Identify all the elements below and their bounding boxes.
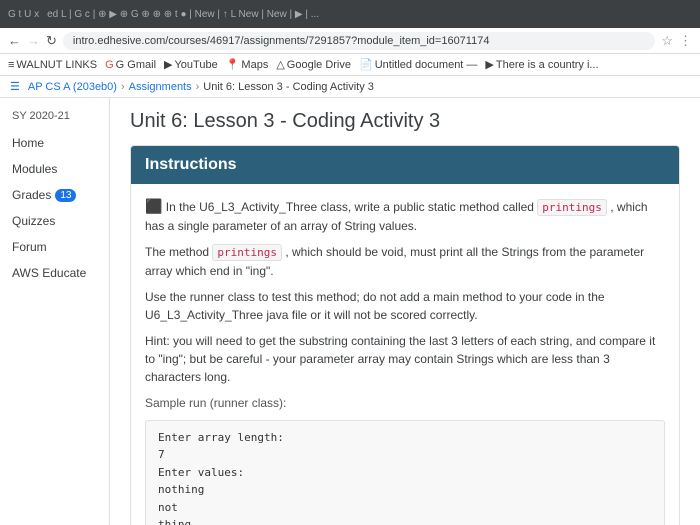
maps-icon: 📍 [226,58,240,71]
sidebar-item-home[interactable]: Home [0,130,109,156]
method-name-inline2: printings [212,244,282,261]
breadcrumb-sep1: › [121,81,125,93]
gmail-icon: G [105,59,114,71]
code-block: Enter array length: 7 Enter values: noth… [145,420,665,525]
bookmark-gmail[interactable]: G G Gmail [105,59,156,71]
bookmark-maps[interactable]: 📍 Maps [226,58,269,71]
sidebar-year: SY 2020-21 [0,106,109,126]
breadcrumb-sep2: › [196,81,200,93]
instructions-header: Instructions [131,146,679,184]
breadcrumb: ☰ AP CS A (203eb0) › Assignments › Unit … [0,76,700,98]
arrow-icon: ▶ [485,58,493,71]
bookmark-youtube[interactable]: ▶ YouTube [164,58,218,71]
instructions-para1: ⬛ In the U6_L3_Activity_Three class, wri… [145,196,665,235]
bookmark-star[interactable]: ☆ [661,33,673,49]
main-content: Unit 6: Lesson 3 - Coding Activity 3 Ins… [110,98,700,525]
drive-icon: △ [276,58,284,71]
page-container: SY 2020-21 Home Modules Grades 13 Quizze… [0,98,700,525]
sidebar-item-grades[interactable]: Grades 13 [0,182,109,208]
address-bar: ← → ↻ ☆ ⋮ [0,28,700,54]
bookmarks-bar: ≡ WALNUT LINKS G G Gmail ▶ YouTube 📍 Map… [0,54,700,76]
breadcrumb-course[interactable]: AP CS A (203eb0) [28,81,117,93]
method-name-inline: printings [537,199,607,216]
bookmark-drive[interactable]: △ Google Drive [276,58,351,71]
walnut-icon: ≡ [8,59,14,71]
sidebar: SY 2020-21 Home Modules Grades 13 Quizze… [0,98,110,525]
bookmark-walnut[interactable]: ≡ WALNUT LINKS [8,59,97,71]
page-title: Unit 6: Lesson 3 - Coding Activity 3 [130,110,680,133]
youtube-icon: ▶ [164,58,172,71]
instructions-para3: Use the runner class to test this method… [145,288,665,324]
para1-icon: ⬛ [145,198,162,214]
hamburger-icon[interactable]: ☰ [10,80,20,93]
bookmark-doc[interactable]: 📄 Untitled document — [359,58,477,71]
browser-extra-icons: ed L | G c | ⊕ ▶ ⊕ G ⊕ ⊕ ⊕ t ● | New | ↑… [47,9,319,20]
sidebar-item-quizzes[interactable]: Quizzes [0,208,109,234]
settings-icon[interactable]: ⋮ [679,33,692,49]
breadcrumb-assignments[interactable]: Assignments [129,81,192,93]
sidebar-modules-label: Modules [12,162,57,176]
address-input[interactable] [63,32,655,50]
sidebar-home-label: Home [12,136,44,150]
sidebar-item-aws[interactable]: AWS Educate [0,260,109,286]
instructions-para2: The method printings , which should be v… [145,243,665,280]
bookmark-country[interactable]: ▶ There is a country i... [485,58,598,71]
browser-bar: G t U x ed L | G c | ⊕ ▶ ⊕ G ⊕ ⊕ ⊕ t ● |… [0,0,700,28]
sidebar-quizzes-label: Quizzes [12,214,55,228]
para2-prefix: The method [145,245,212,259]
sidebar-grades-label: Grades [12,188,51,202]
sidebar-aws-label: AWS Educate [12,266,86,280]
back-icon[interactable]: ← [8,33,21,48]
reload-icon[interactable]: ↻ [46,33,57,49]
sidebar-item-modules[interactable]: Modules [0,156,109,182]
doc-icon: 📄 [359,58,373,71]
browser-tab-text: G t U x [8,9,39,20]
sidebar-forum-label: Forum [12,240,47,254]
forward-icon[interactable]: → [27,33,40,48]
instructions-body: ⬛ In the U6_L3_Activity_Three class, wri… [131,184,679,525]
sample-label: Sample run (runner class): [145,394,665,412]
sidebar-item-forum[interactable]: Forum [0,234,109,260]
para1-prefix: In the U6_L3_Activity_Three class, write… [166,200,538,214]
instructions-card: Instructions ⬛ In the U6_L3_Activity_Thr… [130,145,680,525]
grades-badge: 13 [55,189,76,202]
instructions-para4: Hint: you will need to get the substring… [145,332,665,386]
breadcrumb-current: Unit 6: Lesson 3 - Coding Activity 3 [203,81,374,93]
